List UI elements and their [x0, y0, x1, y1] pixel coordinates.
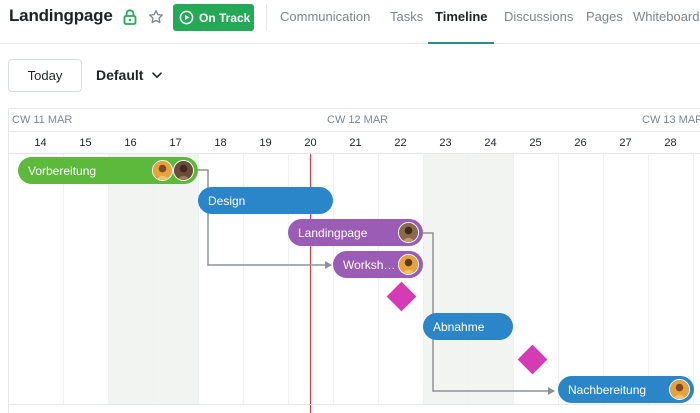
- task-bar[interactable]: Abnahme: [423, 313, 513, 340]
- tab-timeline[interactable]: Timeline: [435, 9, 488, 24]
- today-button[interactable]: Today: [8, 59, 82, 92]
- task-bar[interactable]: Nachbereitung: [558, 376, 694, 403]
- avatar[interactable]: [173, 160, 194, 181]
- status-label: On Track: [199, 10, 251, 25]
- tab-pages[interactable]: Pages: [586, 9, 623, 24]
- view-select-label: Default: [96, 67, 144, 83]
- task-label: Nachbereitung: [568, 382, 647, 397]
- header-divider: [266, 4, 267, 31]
- play-circle-icon: [179, 10, 194, 25]
- tab-discussions[interactable]: Discussions: [504, 9, 573, 24]
- status-badge[interactable]: On Track: [173, 4, 254, 31]
- tab-whiteboard[interactable]: Whiteboard: [633, 9, 699, 24]
- lock-icon[interactable]: [123, 9, 137, 25]
- task-bar[interactable]: Vorbereitung: [18, 157, 198, 184]
- tab-communication[interactable]: Communication: [280, 9, 370, 24]
- task-label: Design: [208, 193, 246, 208]
- task-label: Landingpage: [298, 225, 368, 240]
- avatar[interactable]: [398, 254, 419, 275]
- active-tab-indicator: [428, 42, 494, 44]
- chevron-down-icon: [152, 71, 163, 78]
- avatar[interactable]: [152, 160, 173, 181]
- project-title: Landingpage: [9, 6, 113, 25]
- view-select[interactable]: Default: [96, 67, 163, 83]
- avatar[interactable]: [398, 222, 419, 243]
- timeline-chart: CW 11 MAR CW 12 MAR CW 13 MAR 14 15 16 1…: [8, 108, 700, 413]
- star-icon[interactable]: [148, 9, 164, 25]
- task-label: Vorbereitung: [28, 163, 97, 178]
- task-bar[interactable]: Worksh…: [333, 251, 423, 278]
- task-bar[interactable]: Design: [198, 187, 333, 214]
- tab-tasks[interactable]: Tasks: [390, 9, 423, 24]
- dependency-arrow: [197, 169, 332, 269]
- task-label: Worksh…: [343, 257, 396, 272]
- task-label: Abnahme: [433, 319, 485, 334]
- avatar[interactable]: [669, 379, 690, 400]
- project-header: Landingpage On Track Communication Tasks…: [0, 0, 700, 44]
- task-bar[interactable]: Landingpage: [288, 219, 423, 246]
